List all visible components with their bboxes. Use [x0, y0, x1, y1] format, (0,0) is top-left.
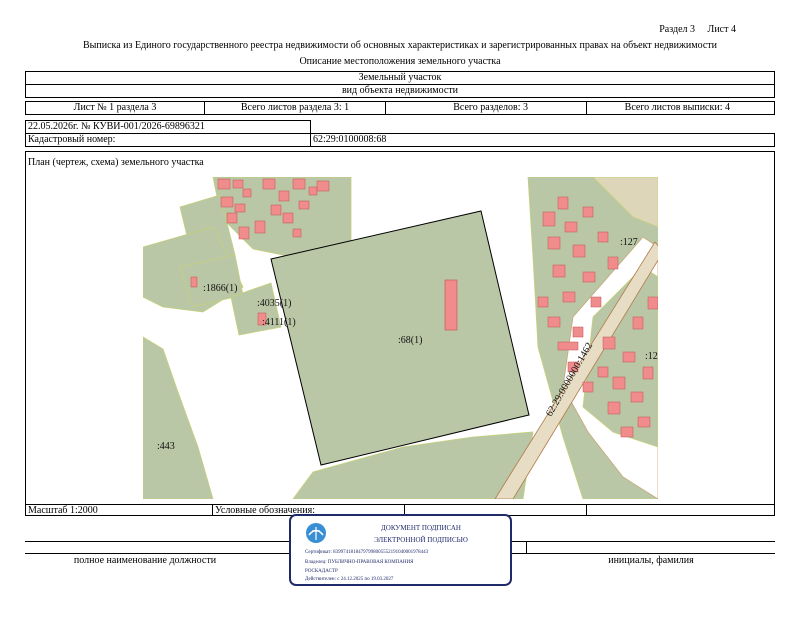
main-building: [444, 279, 458, 331]
label-443: :443: [157, 441, 175, 452]
stamp-line1: ДОКУМЕНТ ПОДПИСАН: [381, 524, 461, 532]
date-number: 22.05.2026г. № КУВИ-001/2026-69896321: [25, 120, 311, 134]
label-127: :127: [620, 237, 638, 248]
header-section-sheet: Раздел 3 Лист 4: [649, 24, 736, 35]
label-main: :68(1): [398, 335, 422, 346]
label-4111: :4111(1): [262, 317, 296, 328]
label-12: :12: [645, 351, 658, 362]
stamp-line2: ЭЛЕКТРОННОЙ ПОДПИСЬЮ: [374, 536, 468, 544]
footer-divider: [526, 541, 527, 554]
stamp-owner2: РОСКАДАСТР: [305, 569, 338, 574]
legend-empty-2: [586, 504, 775, 516]
rosreestr-logo-icon: [306, 523, 326, 543]
object-type: Земельный участок: [25, 71, 775, 85]
section-label: Раздел 3: [659, 24, 696, 35]
stamp-valid: Действителен: с 24.12.2025 по 19.03.2027: [305, 577, 394, 582]
plan-label: План (чертеж, схема) земельного участка: [28, 157, 204, 168]
label-1866: :1866(1): [203, 283, 237, 294]
parcel-map-svg: :68(1) :1866(1) :4035(1) :4111(1) :443 :…: [143, 177, 658, 499]
object-type-caption: вид объекта недвижимости: [25, 84, 775, 98]
cadastral-value: 62:29:0100008:68: [310, 133, 775, 147]
total-sections: Всего разделов: 3: [385, 101, 587, 115]
total-section-sheets: Всего листов раздела 3: 1: [204, 101, 386, 115]
total-sheets: Всего листов выписки: 4: [586, 101, 775, 115]
parcel-map: :68(1) :1866(1) :4035(1) :4111(1) :443 :…: [143, 177, 658, 499]
stamp-certificate: Сертификат: 8399741818479799800555219104…: [305, 550, 429, 555]
cadastral-label: Кадастровый номер:: [25, 133, 311, 147]
sheet-number: Лист № 1 раздела 3: [25, 101, 205, 115]
document-subtitle: Описание местоположения земельного участ…: [299, 56, 501, 67]
e-signature-stamp: ДОКУМЕНТ ПОДПИСАН ЭЛЕКТРОННОЙ ПОДПИСЬЮ С…: [289, 514, 512, 586]
scale-label: Масштаб 1:2000: [25, 504, 213, 516]
footer-position: полное наименование должности: [73, 555, 217, 566]
stamp-owner: Владелец: ПУБЛИЧНО-ПРАВОВАЯ КОМПАНИЯ: [305, 560, 414, 565]
footer-initials: инициалы, фамилия: [608, 555, 694, 566]
document-title: Выписка из Единого государственного реес…: [82, 40, 717, 51]
label-4035: :4035(1): [257, 298, 291, 309]
sheet-label: Лист 4: [707, 24, 736, 35]
